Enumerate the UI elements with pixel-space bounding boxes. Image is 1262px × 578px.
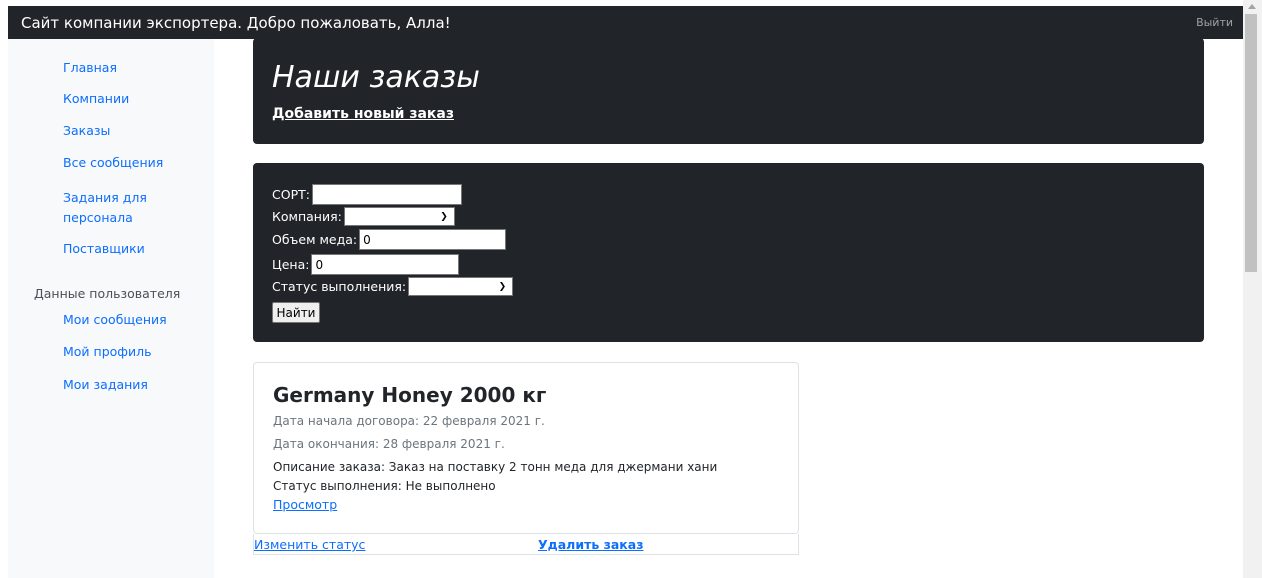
find-button[interactable]: Найти [272,302,320,323]
order-end-date: Дата окончания: 28 февраля 2021 г. [273,437,505,451]
view-order-link[interactable]: Просмотр [273,497,337,512]
filter-row-price: Цена: [272,254,460,275]
change-status-link[interactable]: Изменить статус [254,537,365,552]
logout-link[interactable]: Выйти [1196,16,1233,29]
order-description: Описание заказа: Заказ на поставку 2 тон… [273,460,718,474]
sort-label: СОРТ: [272,187,310,202]
user-data-heading: Данные пользователя [34,286,181,301]
scrollbar-thumb[interactable] [1245,14,1257,272]
page-scrollbar[interactable] [1243,0,1262,578]
order-card-footer: Изменить статус Удалить заказ [253,534,799,555]
sidebar-item-home[interactable]: Главная [63,58,117,78]
sidebar-item-my-tasks[interactable]: Мои задания [63,375,148,395]
delete-order-link[interactable]: Удалить заказ [538,537,643,552]
filter-row-volume: Объем меда: [272,229,507,250]
sidebar-item-companies[interactable]: Компании [63,89,129,109]
order-title: Germany Honey 2000 кг [273,383,547,407]
sidebar-item-staff-tasks[interactable]: Задания для персонала [63,188,193,228]
sidebar-item-my-messages[interactable]: Мои сообщения [63,310,167,330]
filter-row-company: Компания: ❯ [272,207,455,226]
price-input[interactable] [311,254,460,275]
company-select[interactable]: ❯ [343,207,455,226]
status-label: Статус выполнения: [272,279,407,294]
price-label: Цена: [272,257,310,272]
sidebar-item-suppliers[interactable]: Поставщики [63,239,145,259]
status-select[interactable]: ❯ [408,277,514,296]
filter-row-status: Статус выполнения: ❯ [272,277,514,296]
filter-row-sort: СОРТ: [272,184,462,205]
sidebar: Главная Компании Заказы Все сообщения За… [8,39,214,578]
order-status: Статус выполнения: Не выполнено [273,479,496,493]
scroll-up-arrow-icon[interactable] [1248,4,1256,9]
chevron-down-icon: ❯ [498,282,507,292]
chevron-down-icon: ❯ [440,212,448,222]
page-title: Наши заказы [272,60,480,95]
company-label: Компания: [272,209,342,224]
sidebar-item-my-profile[interactable]: Мой профиль [63,342,151,362]
volume-input[interactable] [359,229,507,250]
page: Сайт компании экспортера. Добро пожалова… [0,0,1262,578]
header-panel: Наши заказы Добавить новый заказ [253,38,1204,144]
volume-label: Объем меда: [272,232,358,247]
filter-panel: СОРТ: Компания: ❯ Объем меда: Цена: Стат… [253,163,1204,342]
sidebar-item-orders[interactable]: Заказы [63,121,110,141]
add-order-link[interactable]: Добавить новый заказ [272,106,454,122]
top-navbar: Сайт компании экспортера. Добро пожалова… [8,6,1243,39]
sort-input[interactable] [311,184,462,205]
order-start-date: Дата начала договора: 22 февраля 2021 г. [273,414,545,428]
order-card: Germany Honey 2000 кг Дата начала догово… [253,362,799,534]
navbar-brand[interactable]: Сайт компании экспортера. Добро пожалова… [21,14,451,32]
sidebar-item-all-messages[interactable]: Все сообщения [63,153,163,173]
